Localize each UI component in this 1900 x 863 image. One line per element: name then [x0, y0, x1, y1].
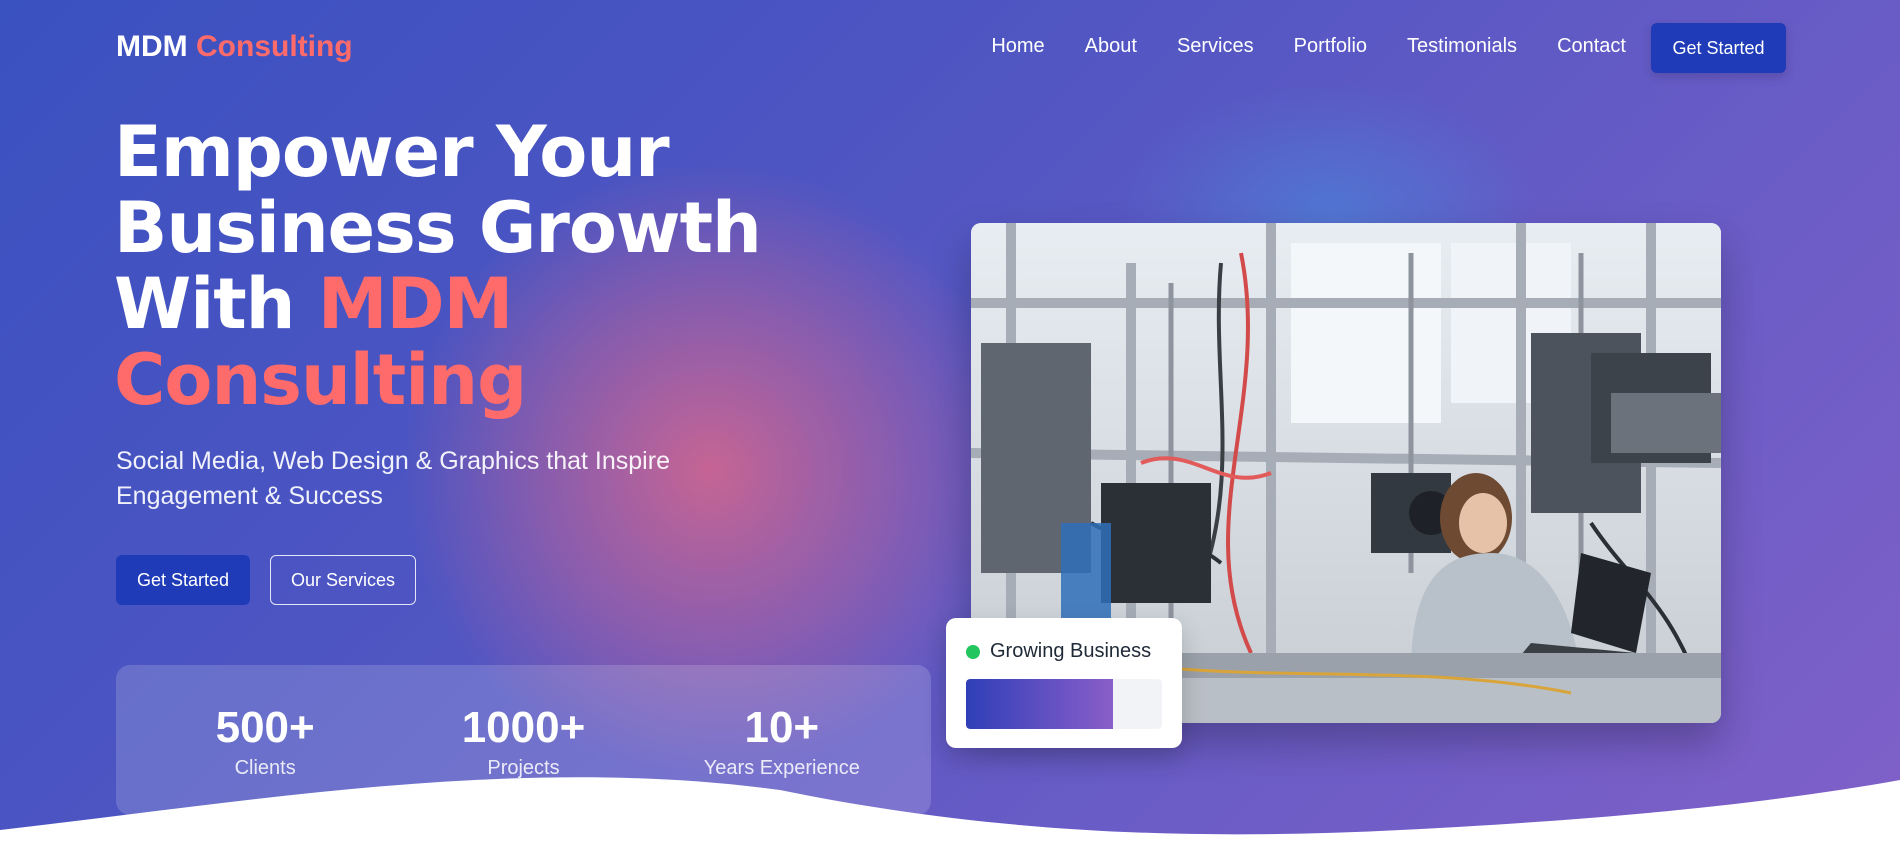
stat-value: 500+	[215, 703, 315, 752]
nav-link-home[interactable]: Home	[991, 35, 1044, 58]
nav-link-contact[interactable]: Contact	[1557, 35, 1626, 58]
hero-title-line-2: Business Growth	[114, 187, 762, 269]
status-dot-icon	[966, 644, 980, 659]
header-get-started-button[interactable]: Get Started	[1651, 23, 1786, 73]
hero-section: MDM Consulting Home About Services Portf…	[0, 0, 1900, 863]
hero-title-accent-1: MDM	[317, 263, 513, 345]
site-logo[interactable]: MDM Consulting	[116, 30, 353, 64]
hero-title-line-1: Empower Your	[114, 111, 670, 193]
hero-title-accent-2: Consulting	[114, 339, 527, 421]
wave-divider	[0, 777, 1900, 863]
get-started-button[interactable]: Get Started	[116, 555, 250, 605]
hero-subtitle: Social Media, Web Design & Graphics that…	[116, 447, 670, 510]
growing-business-card: Growing Business	[946, 618, 1182, 748]
growth-progress-bar	[966, 679, 1162, 729]
growth-progress-fill	[966, 679, 1113, 729]
nav-link-services[interactable]: Services	[1177, 35, 1254, 58]
hero-title: Empower Your Business Growth With MDM Co…	[114, 114, 814, 418]
growing-business-label: Growing Business	[990, 640, 1152, 662]
nav-link-portfolio[interactable]: Portfolio	[1294, 35, 1367, 58]
nav-link-testimonials[interactable]: Testimonials	[1407, 35, 1517, 58]
stat-value: 10+	[744, 703, 820, 752]
our-services-button[interactable]: Our Services	[270, 555, 416, 605]
nav-link-about[interactable]: About	[1085, 35, 1137, 58]
logo-text: MDM	[116, 30, 188, 63]
hero-title-line-3: With	[114, 263, 296, 345]
logo-accent-text: Consulting	[196, 30, 353, 63]
stat-value: 1000+	[461, 703, 586, 752]
main-nav: Home About Services Portfolio Testimonia…	[991, 35, 1626, 58]
